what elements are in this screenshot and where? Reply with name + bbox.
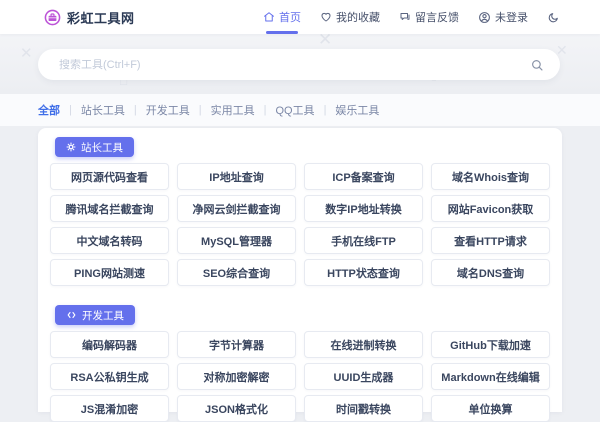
tool-button[interactable]: PING网站测速 [50, 259, 169, 286]
tool-button[interactable]: 域名Whois查询 [431, 163, 550, 190]
tool-button[interactable]: 域名DNS查询 [431, 259, 550, 286]
gear-icon [66, 142, 76, 152]
content-background: 站长工具 网页源代码查看 IP地址查询 ICP备案查询 域名Whois查询 腾讯… [0, 126, 600, 400]
nav-feedback[interactable]: 留言反馈 [399, 0, 459, 34]
tab-separator [199, 104, 202, 116]
tab-dev[interactable]: 开发工具 [146, 102, 190, 118]
tool-button[interactable]: 网站Favicon获取 [431, 195, 550, 222]
tool-button[interactable]: RSA公私钥生成 [50, 363, 169, 390]
nav-favorites[interactable]: 我的收藏 [320, 0, 380, 34]
nav-feedback-label: 留言反馈 [415, 9, 459, 25]
nav-home-label: 首页 [279, 9, 301, 25]
main-nav: 首页 我的收藏 留言反馈 未登录 [263, 0, 560, 34]
section-badge-dev[interactable]: 开发工具 [55, 305, 135, 325]
heart-icon [320, 11, 332, 23]
tab-separator [324, 104, 327, 116]
tool-button[interactable]: GitHub下载加速 [431, 331, 550, 358]
nav-login[interactable]: 未登录 [478, 0, 528, 34]
search-bar[interactable] [38, 49, 560, 80]
theme-toggle[interactable] [547, 11, 560, 24]
tab-utility[interactable]: 实用工具 [211, 102, 255, 118]
tool-button[interactable]: 在线进制转换 [304, 331, 423, 358]
content-card: 站长工具 网页源代码查看 IP地址查询 ICP备案查询 域名Whois查询 腾讯… [38, 128, 562, 412]
hero-search-section: ✕ ✕ ✕ ○ □ [0, 34, 600, 94]
logo-text: 彩虹工具网 [67, 8, 135, 27]
home-icon [263, 11, 275, 23]
decor-cross-icon: ✕ [20, 44, 33, 62]
moon-icon [547, 11, 560, 24]
tool-button[interactable]: Markdown在线编辑 [431, 363, 550, 390]
dev-tool-grid: 编码解码器 字节计算器 在线进制转换 GitHub下载加速 RSA公私钥生成 对… [50, 331, 550, 422]
tool-button[interactable]: IP地址查询 [177, 163, 296, 190]
tab-separator [264, 104, 267, 116]
nav-home[interactable]: 首页 [263, 0, 301, 34]
nav-login-label: 未登录 [495, 9, 528, 25]
tool-button[interactable]: ICP备案查询 [304, 163, 423, 190]
tool-button[interactable]: JS混淆加密 [50, 395, 169, 422]
tool-button[interactable]: 数字IP地址转换 [304, 195, 423, 222]
tool-button[interactable]: 中文域名转码 [50, 227, 169, 254]
tool-button[interactable]: 单位换算 [431, 395, 550, 422]
tool-button[interactable]: UUID生成器 [304, 363, 423, 390]
code-icon [66, 310, 77, 320]
tool-button[interactable]: 净网云剑拦截查询 [177, 195, 296, 222]
user-icon [478, 11, 491, 24]
tab-fun[interactable]: 娱乐工具 [335, 102, 379, 118]
tool-button[interactable]: JSON格式化 [177, 395, 296, 422]
header: 彩虹工具网 首页 我的收藏 留言反馈 [0, 0, 600, 34]
tab-separator [69, 104, 72, 116]
section-title: 开发工具 [82, 308, 124, 323]
chat-icon [399, 11, 411, 23]
tool-button[interactable]: 腾讯域名拦截查询 [50, 195, 169, 222]
tool-button[interactable]: 字节计算器 [177, 331, 296, 358]
search-icon[interactable] [530, 58, 544, 72]
logo-toolbox-icon [44, 9, 61, 26]
section-badge-webmaster[interactable]: 站长工具 [55, 137, 134, 157]
nav-favorites-label: 我的收藏 [336, 9, 380, 25]
tab-qq[interactable]: QQ工具 [275, 102, 314, 118]
logo[interactable]: 彩虹工具网 [44, 8, 135, 27]
tab-separator [134, 104, 137, 116]
tool-button[interactable]: 网页源代码查看 [50, 163, 169, 190]
tool-button[interactable]: 对称加密解密 [177, 363, 296, 390]
tab-webmaster[interactable]: 站长工具 [81, 102, 125, 118]
category-tabs: 全部 站长工具 开发工具 实用工具 QQ工具 娱乐工具 [0, 94, 600, 126]
tool-button[interactable]: HTTP状态查询 [304, 259, 423, 286]
tool-button[interactable]: MySQL管理器 [177, 227, 296, 254]
tool-button[interactable]: 手机在线FTP [304, 227, 423, 254]
section-title: 站长工具 [81, 140, 123, 155]
tool-button[interactable]: 编码解码器 [50, 331, 169, 358]
webmaster-tool-grid: 网页源代码查看 IP地址查询 ICP备案查询 域名Whois查询 腾讯域名拦截查… [50, 163, 550, 286]
tool-button[interactable]: SEO综合查询 [177, 259, 296, 286]
tool-button[interactable]: 查看HTTP请求 [431, 227, 550, 254]
tab-all[interactable]: 全部 [38, 102, 60, 118]
tool-button[interactable]: 时间戳转换 [304, 395, 423, 422]
search-input[interactable] [59, 59, 530, 71]
